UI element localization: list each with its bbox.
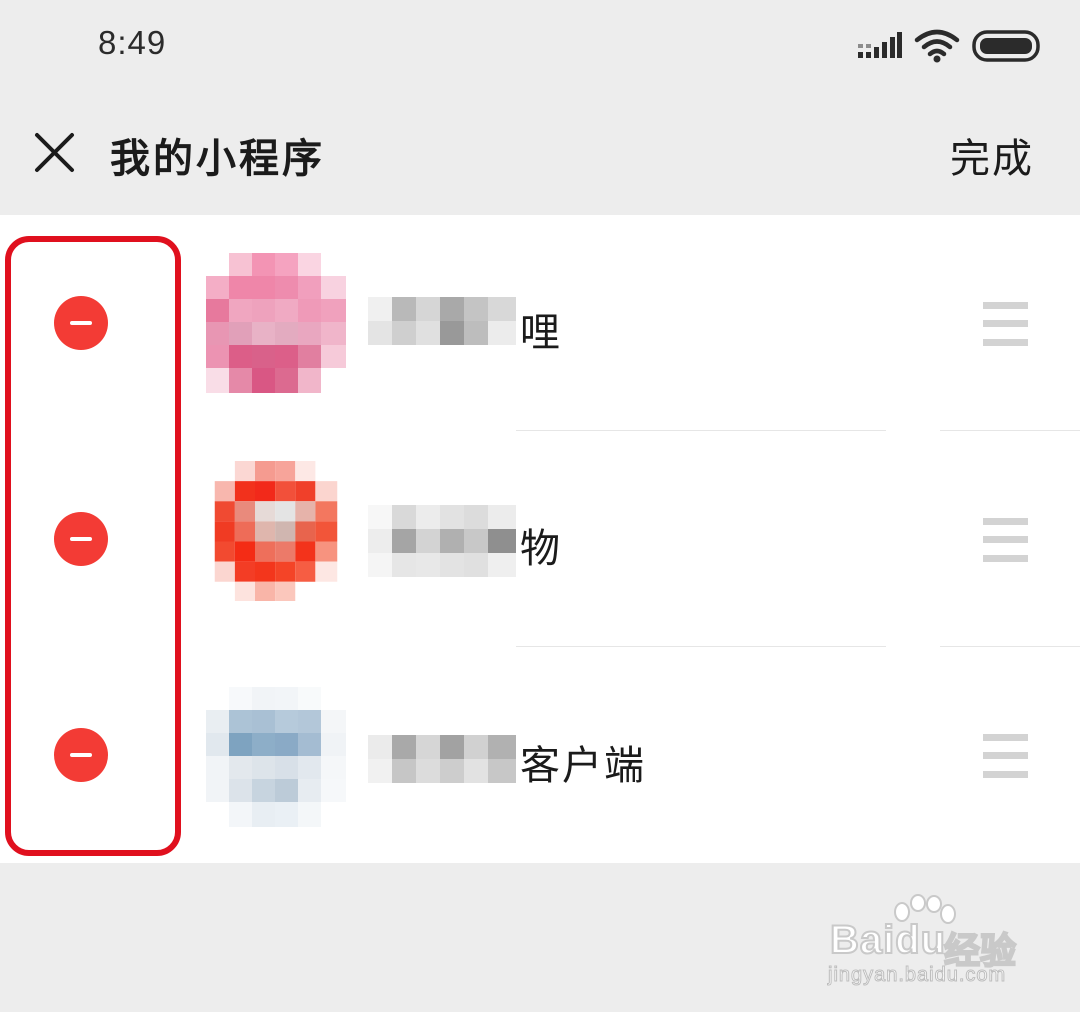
obscured-name: [368, 297, 516, 345]
close-icon: [35, 133, 74, 172]
obscured-name: [368, 735, 516, 783]
list-item: 哩: [0, 215, 1080, 431]
drag-handle-icon[interactable]: [983, 302, 1028, 346]
item-label: 客户端: [520, 743, 646, 789]
remove-button[interactable]: [54, 512, 108, 566]
item-label: 物: [520, 526, 562, 572]
close-button[interactable]: [30, 128, 80, 178]
watermark-brand: Baidu: [829, 917, 947, 963]
drag-handle-icon[interactable]: [983, 518, 1028, 562]
remove-button[interactable]: [54, 296, 108, 350]
pixelated-red-icon[interactable]: [206, 461, 346, 601]
battery-icon: [972, 30, 1040, 62]
item-label: 哩: [520, 310, 562, 356]
drag-handle-icon[interactable]: [983, 734, 1028, 778]
signal-icon: [858, 32, 902, 58]
pixelated-pink-icon[interactable]: [206, 253, 346, 393]
watermark-url: jingyan.baidu.com: [827, 964, 1007, 987]
list-item: 物: [0, 431, 1080, 647]
pixelated-blue-icon[interactable]: [206, 687, 346, 827]
minus-circle-icon: [70, 537, 92, 541]
header-bar: 我的小程序 完成: [0, 90, 1080, 215]
list-item: 客户端: [0, 647, 1080, 863]
page-title: 我的小程序: [110, 136, 325, 182]
wifi-icon: [914, 29, 960, 63]
status-bar: 8:49: [0, 0, 1080, 90]
minus-circle-icon: [70, 321, 92, 325]
watermark-logo: Baidu 经验 jingyan.baidu.com: [826, 890, 1056, 1000]
remove-button[interactable]: [54, 728, 108, 782]
done-button[interactable]: 完成: [950, 126, 1034, 184]
minus-circle-icon: [70, 753, 92, 757]
mini-program-list: 哩 物 客户端: [0, 215, 1080, 863]
status-time: 8:49: [98, 24, 167, 61]
obscured-name: [368, 505, 516, 577]
